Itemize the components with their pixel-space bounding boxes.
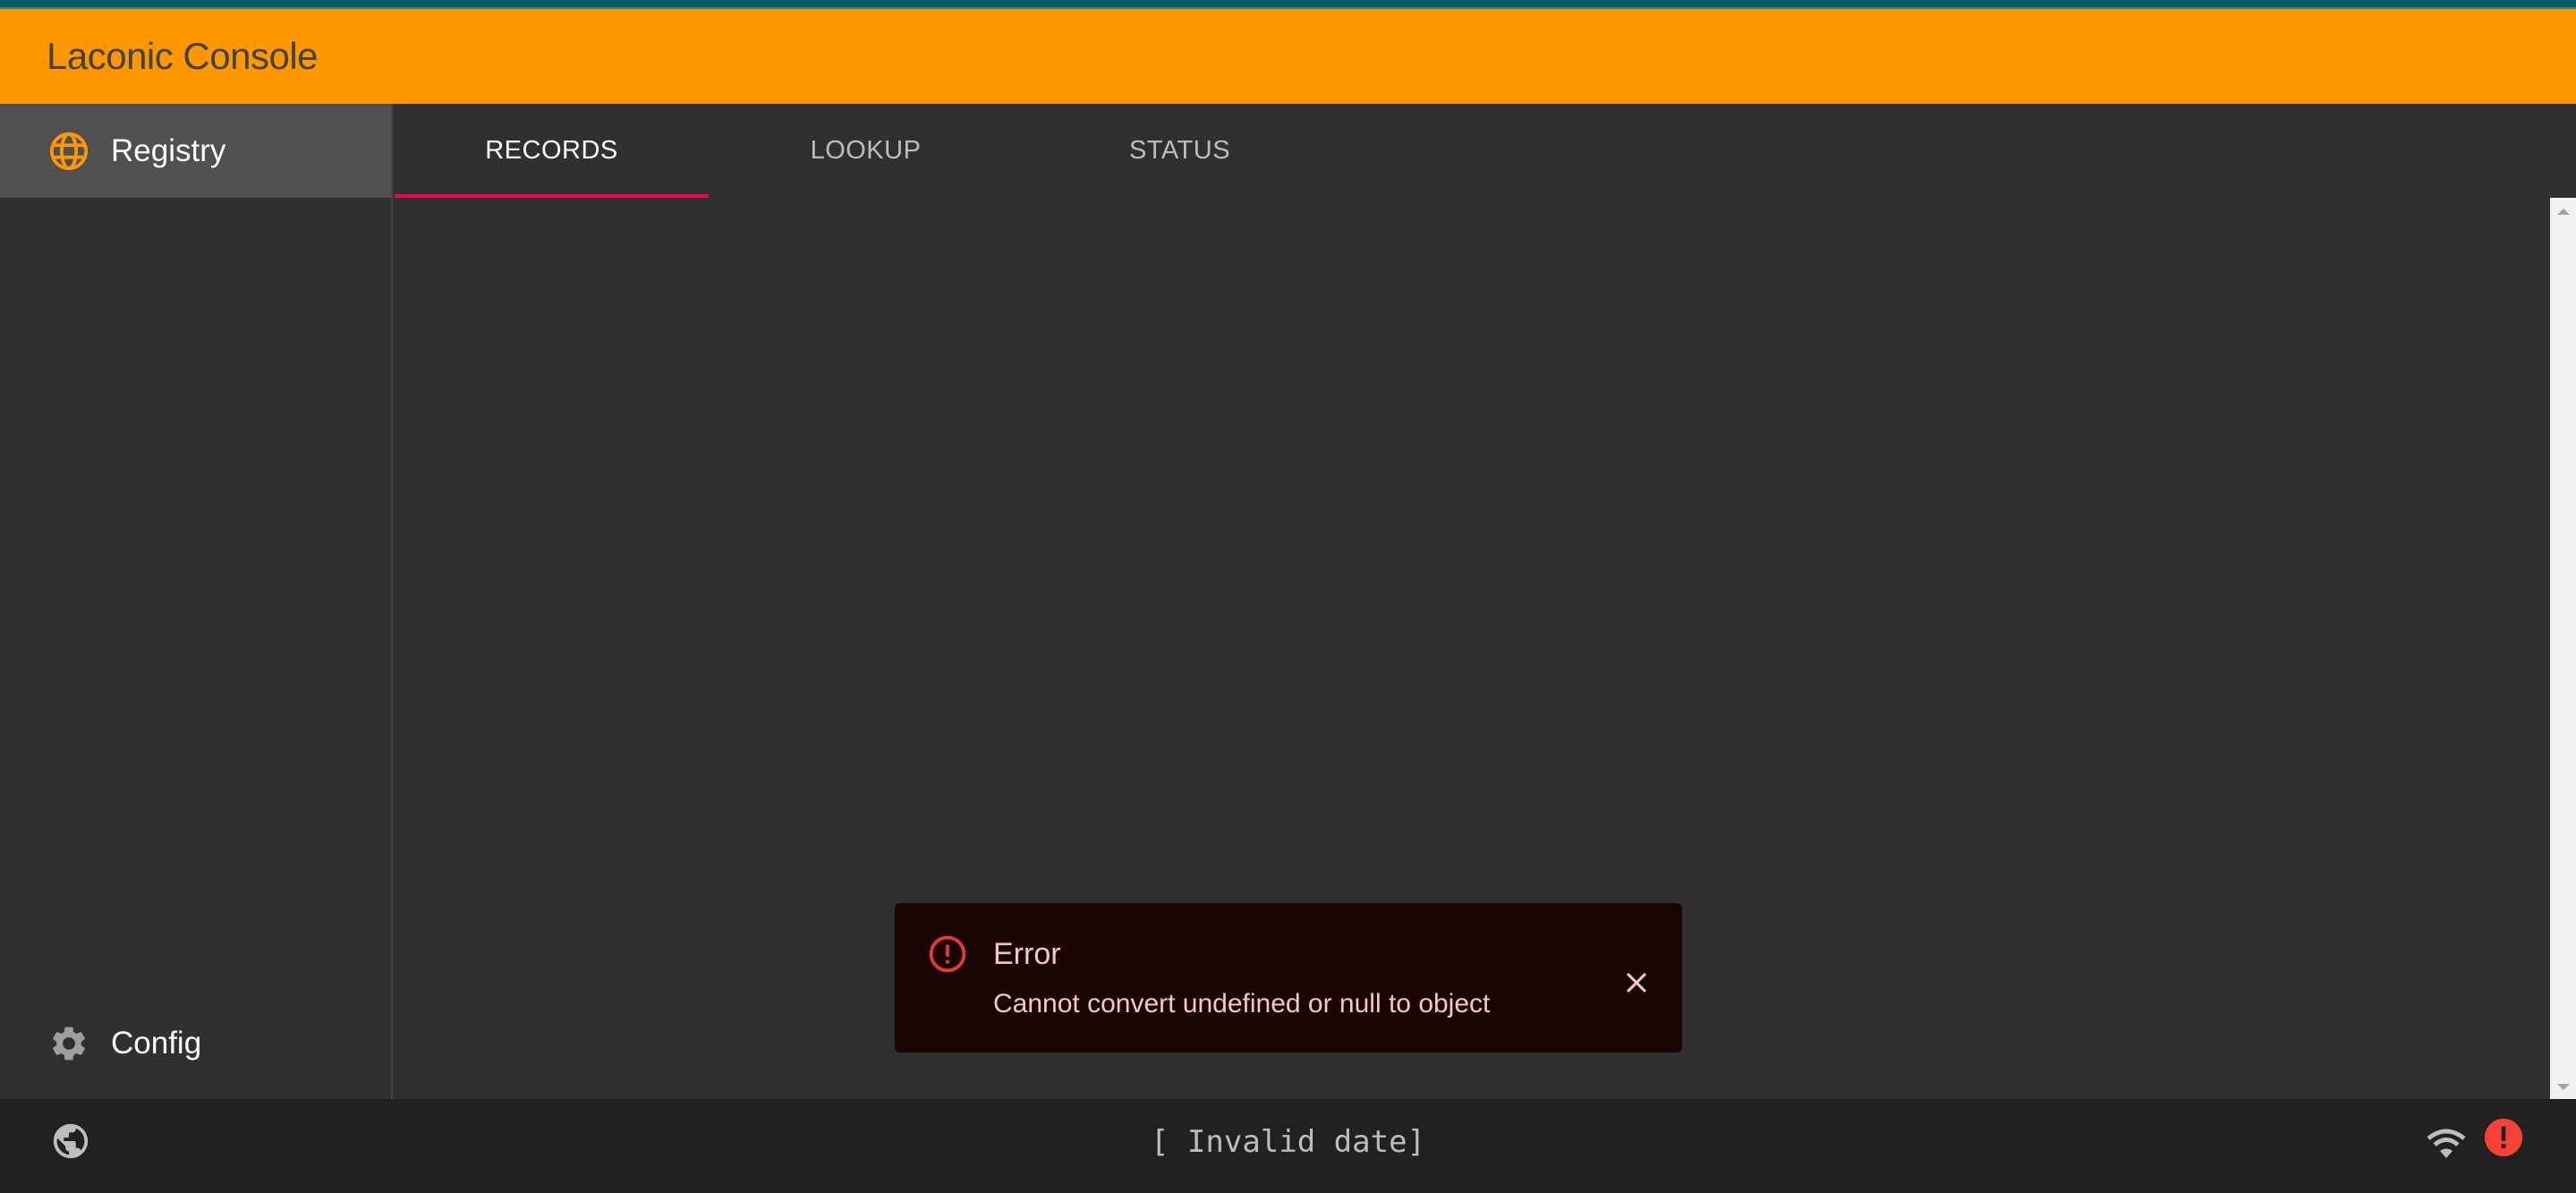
tab-status[interactable]: STATUS bbox=[1023, 104, 1337, 198]
close-icon[interactable] bbox=[1621, 967, 1652, 998]
sidebar-item-registry[interactable]: Registry bbox=[0, 104, 391, 198]
globe-icon bbox=[48, 131, 89, 172]
scroll-up-arrow-icon[interactable] bbox=[2557, 209, 2570, 215]
error-outline-icon bbox=[927, 933, 968, 975]
toast-title: Error bbox=[993, 937, 1061, 971]
vertical-scrollbar[interactable] bbox=[2550, 198, 2576, 1099]
tab-records[interactable]: RECORDS bbox=[395, 104, 709, 198]
error-toast: Error Cannot convert undefined or null t… bbox=[895, 903, 1682, 1052]
wifi-icon bbox=[2424, 1126, 2469, 1162]
toast-message: Cannot convert undefined or null to obje… bbox=[993, 989, 1491, 1018]
sidebar-item-label: Registry bbox=[111, 132, 226, 168]
error-icon[interactable] bbox=[2483, 1117, 2524, 1158]
top-strip bbox=[0, 0, 2576, 9]
sidebar-item-label: Config bbox=[111, 1026, 202, 1061]
scroll-down-arrow-icon[interactable] bbox=[2557, 1084, 2570, 1090]
status-bar: [ Invalid date] bbox=[0, 1099, 2576, 1193]
status-date: [ Invalid date] bbox=[1150, 1124, 1426, 1160]
sidebar: Registry Config bbox=[0, 104, 393, 1099]
tab-bar: RECORDS LOOKUP STATUS bbox=[395, 104, 2576, 198]
gear-icon bbox=[48, 1023, 89, 1064]
tab-lookup[interactable]: LOOKUP bbox=[709, 104, 1023, 198]
app-header: Laconic Console bbox=[0, 9, 2576, 104]
app-title: Laconic Console bbox=[47, 35, 319, 77]
sidebar-item-config[interactable]: Config bbox=[0, 988, 391, 1099]
